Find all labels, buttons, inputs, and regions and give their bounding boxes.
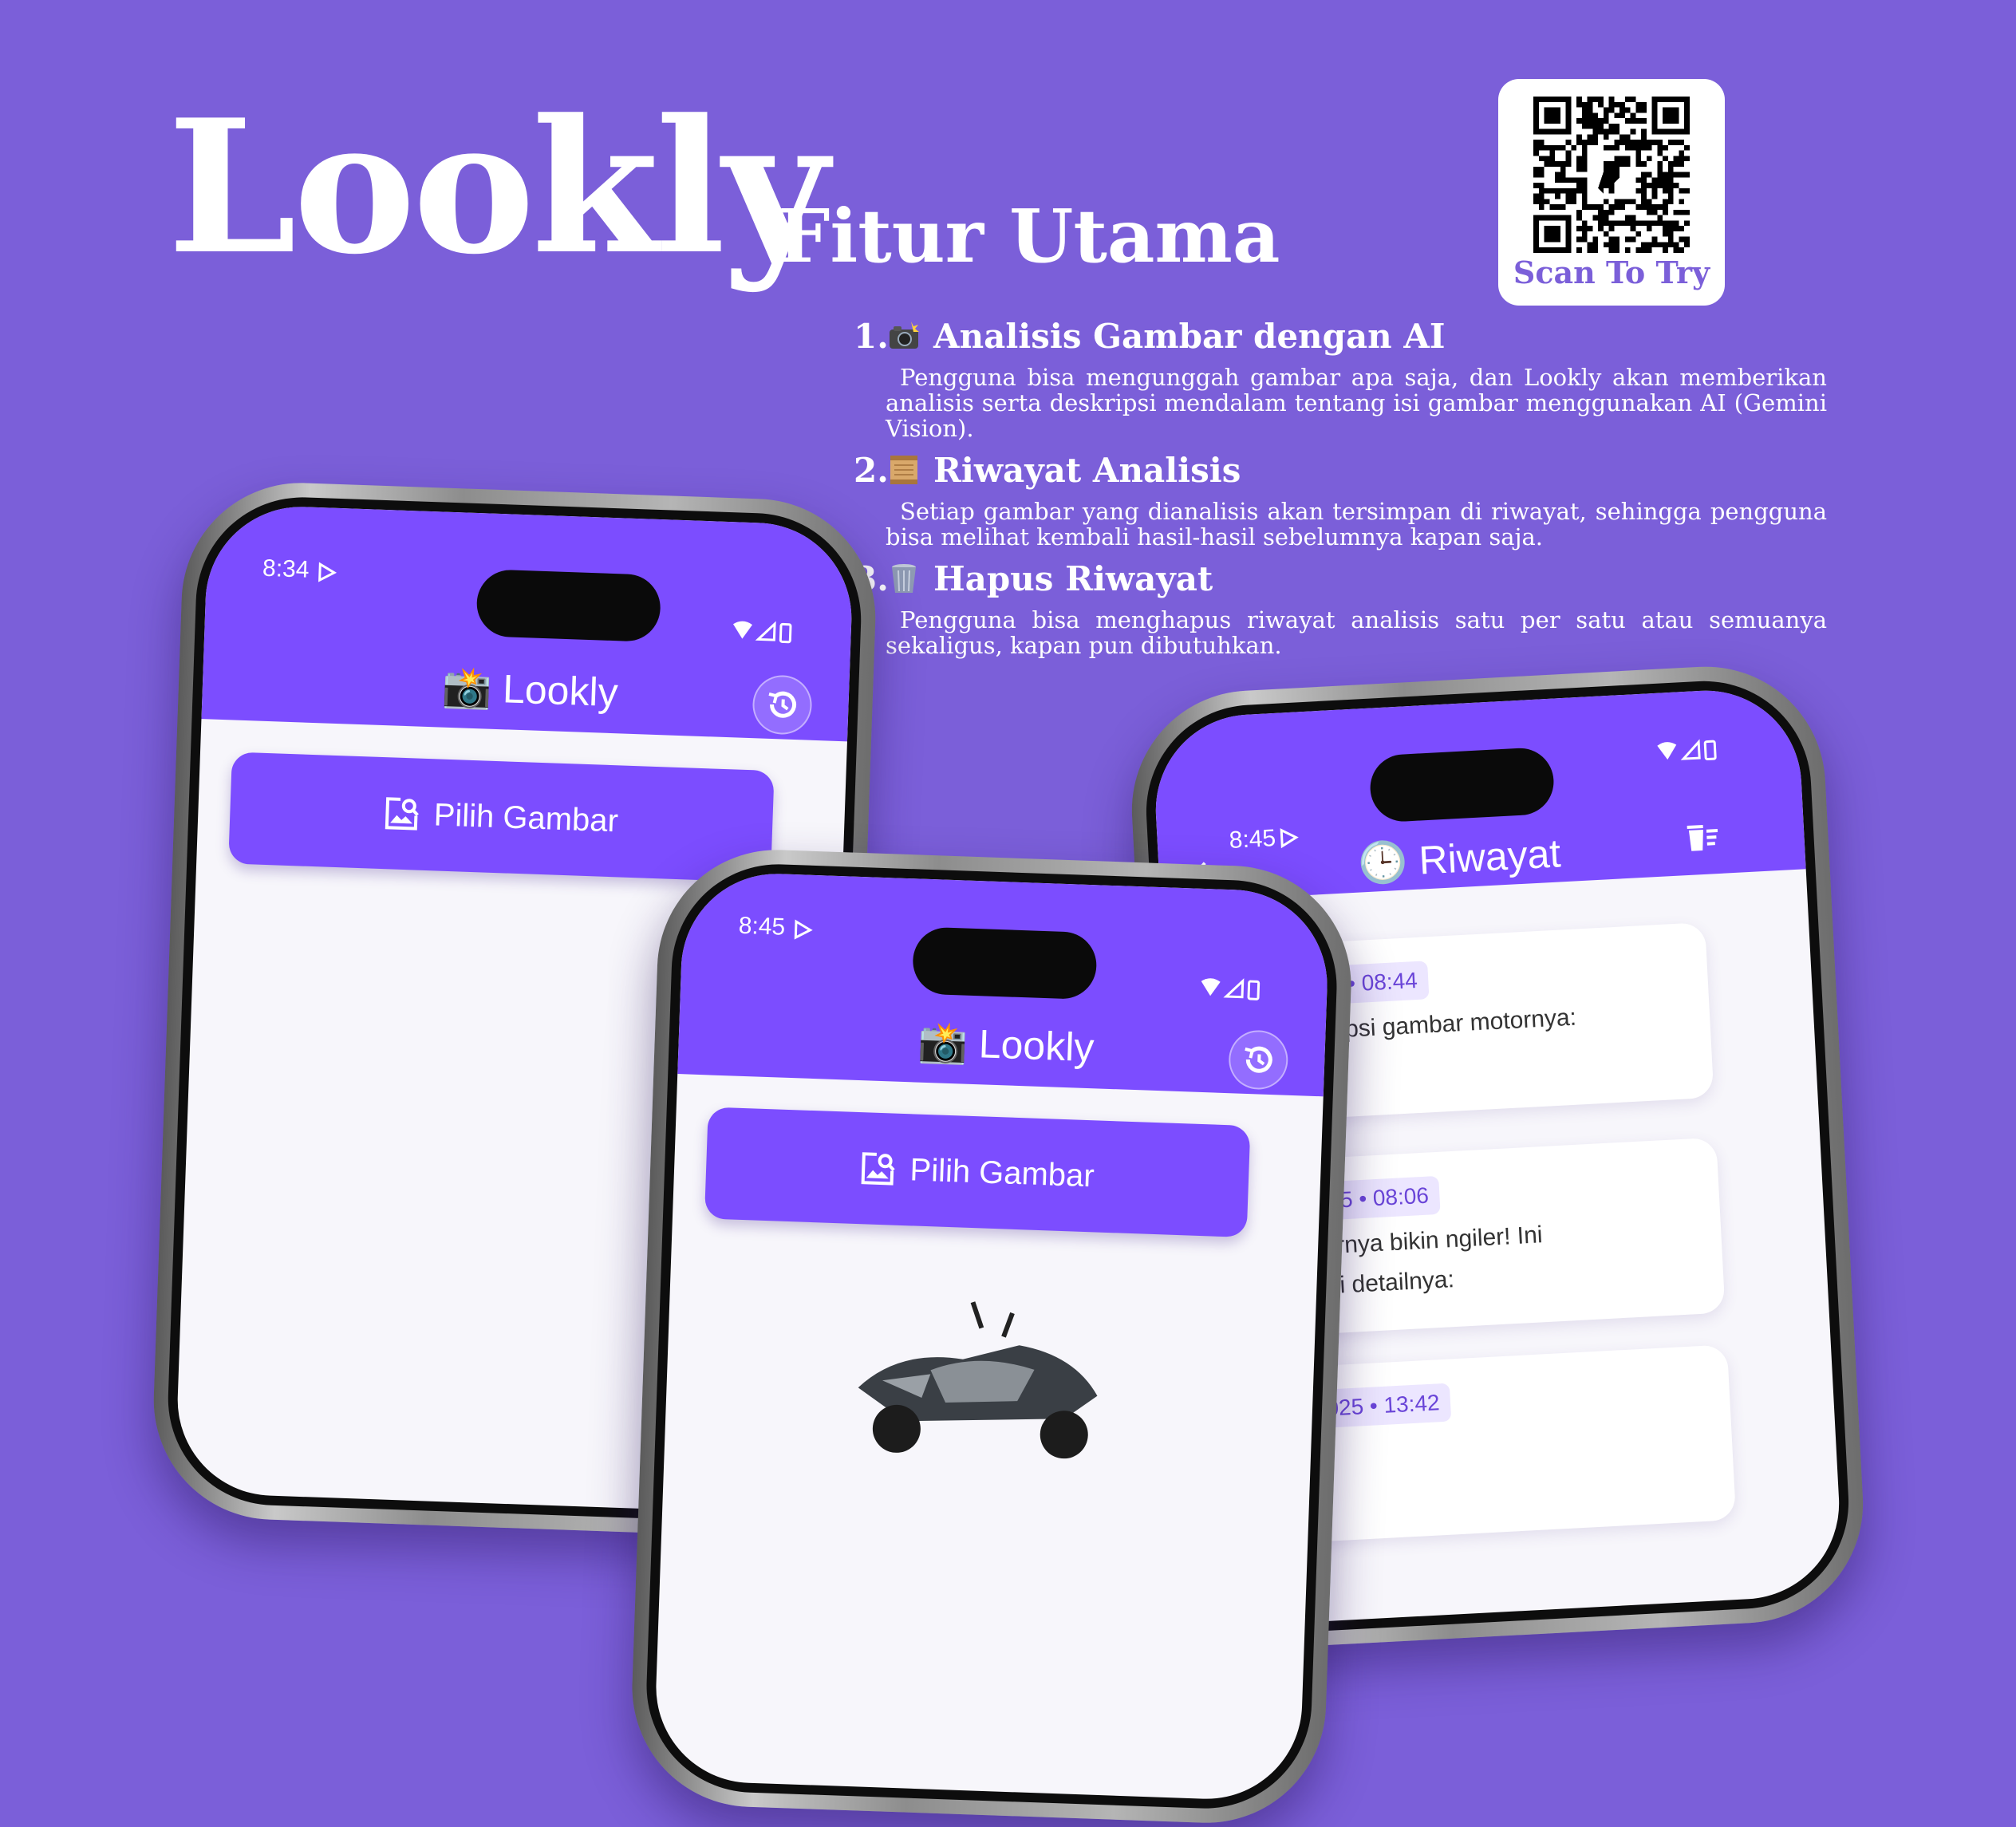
signal-icon: [733, 621, 792, 644]
scroll-icon: [890, 456, 917, 484]
phone-center-screen: 8:45 📸 Lookly Pilih Gambar: [653, 870, 1331, 1802]
qr-caption: Scan To Try: [1513, 255, 1710, 290]
wastebasket-icon: [892, 564, 916, 593]
history-icon: [768, 691, 796, 718]
camera-flash-icon: [890, 322, 919, 349]
play-store-icon: [318, 562, 337, 582]
image-search-icon: [861, 1152, 896, 1186]
status-time: 8:45: [1228, 825, 1276, 854]
delete-all-icon[interactable]: [1683, 818, 1722, 856]
history-icon: [1245, 1046, 1272, 1073]
feature-description: Setiap gambar yang dianalisis akan tersi…: [886, 498, 1827, 550]
feature-item: 2. Riwayat Analisis Setiap gambar yang d…: [846, 449, 1835, 550]
pick-image-button[interactable]: Pilih Gambar: [704, 1107, 1251, 1238]
phone-center: 8:45 📸 Lookly Pilih Gambar: [628, 846, 1355, 1827]
feature-title: Riwayat Analisis: [933, 451, 1241, 490]
motorcycle-image: [858, 1301, 1098, 1459]
feature-item: 1. Analisis Gambar dengan AI Pengguna bi…: [846, 315, 1835, 441]
app-title: 📸 Lookly: [441, 664, 619, 716]
qr-code-icon: [1533, 97, 1690, 253]
feature-title: Hapus Riwayat: [933, 559, 1213, 598]
status-time: 8:45: [738, 912, 786, 941]
image-search-icon: [385, 797, 420, 831]
pick-image-label: Pilih Gambar: [909, 1151, 1095, 1194]
feature-description: Pengguna bisa menghapus riwayat analisis…: [886, 606, 1827, 659]
brand-title: Lookly: [168, 80, 829, 295]
history-button[interactable]: [1228, 1029, 1289, 1091]
pick-image-label: Pilih Gambar: [433, 796, 619, 839]
feature-title: Analisis Gambar dengan AI: [933, 317, 1446, 356]
signal-icon: [1201, 978, 1260, 1000]
feature-item: 3. Hapus Riwayat Pengguna bisa menghapus…: [846, 558, 1835, 658]
feature-description: Pengguna bisa mengunggah gambar apa saja…: [886, 364, 1827, 442]
app-title: 📸 Lookly: [917, 1019, 1095, 1071]
features-list: 1. Analisis Gambar dengan AI Pengguna bi…: [846, 315, 1835, 666]
features-heading: Fitur Utama: [778, 193, 1280, 279]
history-button[interactable]: [752, 674, 813, 736]
status-time: 8:34: [262, 554, 310, 583]
feature-number: 2.: [854, 451, 889, 490]
play-store-icon: [794, 919, 813, 940]
feature-number: 1.: [854, 317, 889, 356]
play-store-icon: [1280, 828, 1299, 849]
signal-icon: [1657, 739, 1717, 761]
qr-card[interactable]: Scan To Try: [1498, 79, 1725, 306]
